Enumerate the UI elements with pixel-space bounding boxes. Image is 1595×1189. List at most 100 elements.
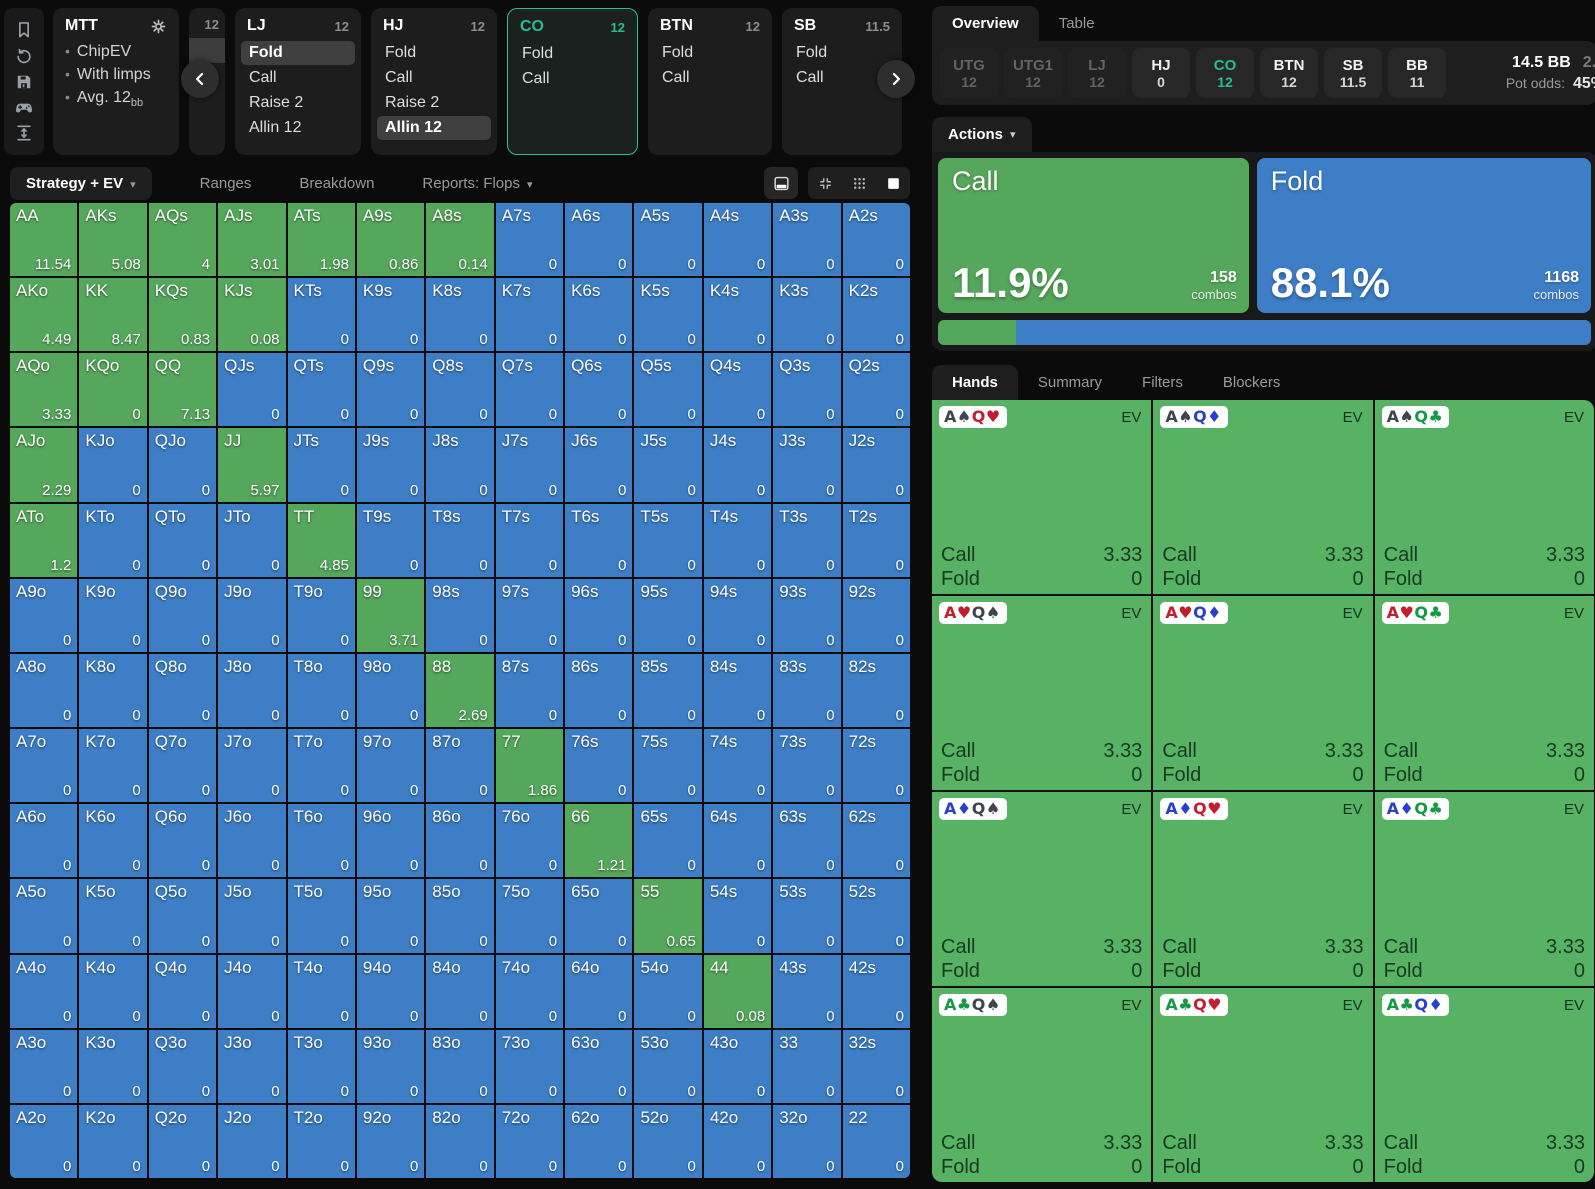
matrix-cell-t7s[interactable]: T7s 0 xyxy=(495,503,564,577)
combo-card-aclub-qheart[interactable]: A♣Q♥ EV Call 3.33 Fold 0 xyxy=(1153,988,1373,1182)
tab-reports-flops[interactable]: Reports: Flops ▾ xyxy=(422,167,532,200)
matrix-cell-t9s[interactable]: T9s 0 xyxy=(356,503,425,577)
matrix-cell-k9o[interactable]: K9o 0 xyxy=(79,578,147,652)
matrix-cell-j3o[interactable]: J3o 0 xyxy=(218,1029,286,1103)
matrix-cell-k9s[interactable]: K9s 0 xyxy=(356,278,425,352)
matrix-cell-98o[interactable]: 98o 0 xyxy=(356,653,425,728)
matrix-cell-jto[interactable]: JTo 0 xyxy=(218,503,286,577)
gamepad-icon[interactable] xyxy=(14,97,34,117)
matrix-cell-55[interactable]: 55 0.65 xyxy=(634,879,702,953)
action-card-fold[interactable]: Fold 88.1% 1168 combos xyxy=(1256,158,1591,313)
action-row-hj-raise-2[interactable]: Raise 2 xyxy=(377,91,491,115)
matrix-cell-t4o[interactable]: T4o 0 xyxy=(287,954,355,1028)
tab-blockers[interactable]: Blockers xyxy=(1203,365,1301,400)
matrix-cell-qts[interactable]: QTs 0 xyxy=(287,353,355,427)
matrix-cell-72s[interactable]: 72s 0 xyxy=(842,729,910,803)
matrix-cell-j9o[interactable]: J9o 0 xyxy=(218,578,286,652)
action-row-co-fold[interactable]: Fold xyxy=(514,42,631,66)
matrix-cell-jj[interactable]: JJ 5.97 xyxy=(218,428,286,502)
matrix-cell-t8o[interactable]: T8o 0 xyxy=(287,653,355,728)
matrix-cell-85o[interactable]: 85o 0 xyxy=(426,879,494,953)
matrix-cell-t9o[interactable]: T9o 0 xyxy=(287,578,355,652)
matrix-cell-99[interactable]: 99 3.71 xyxy=(356,578,425,652)
matrix-cell-k6o[interactable]: K6o 0 xyxy=(79,804,147,878)
tab-overview[interactable]: Overview xyxy=(932,6,1039,41)
matrix-cell-ato[interactable]: ATo 1.2 xyxy=(10,503,78,577)
matrix-cell-j7o[interactable]: J7o 0 xyxy=(218,729,286,803)
matrix-cell-a2o[interactable]: A2o 0 xyxy=(10,1104,78,1178)
bookmark-icon[interactable] xyxy=(14,20,34,40)
matrix-cell-t5s[interactable]: T5s 0 xyxy=(634,503,702,577)
matrix-cell-k5s[interactable]: K5s 0 xyxy=(634,278,702,352)
matrix-cell-q6s[interactable]: Q6s 0 xyxy=(565,353,633,427)
matrix-cell-k6s[interactable]: K6s 0 xyxy=(565,278,633,352)
matrix-cell-43o[interactable]: 43o 0 xyxy=(703,1029,772,1103)
matrix-cell-j3s[interactable]: J3s 0 xyxy=(773,428,841,502)
matrix-cell-72o[interactable]: 72o 0 xyxy=(495,1104,564,1178)
action-row-btn-call[interactable]: Call xyxy=(654,66,766,90)
matrix-cell-j4o[interactable]: J4o 0 xyxy=(218,954,286,1028)
matrix-cell-86o[interactable]: 86o 0 xyxy=(426,804,494,878)
matrix-cell-62s[interactable]: 62s 0 xyxy=(842,804,910,878)
matrix-cell-k8s[interactable]: K8s 0 xyxy=(426,278,494,352)
action-row-lj-allin-12[interactable]: Allin 12 xyxy=(241,116,355,140)
combo-card-aheart-qclub[interactable]: A♥Q♣ EV Call 3.33 Fold 0 xyxy=(1374,596,1594,790)
tab-table[interactable]: Table xyxy=(1039,6,1115,41)
seat-chip-utg1[interactable]: UTG1 12 xyxy=(1004,48,1062,98)
matrix-cell-q2o[interactable]: Q2o 0 xyxy=(148,1104,217,1178)
matrix-cell-aks[interactable]: AKs 5.08 xyxy=(79,203,147,277)
matrix-cell-43s[interactable]: 43s 0 xyxy=(773,954,841,1028)
matrix-cell-j9s[interactable]: J9s 0 xyxy=(356,428,425,502)
action-row-lj-fold[interactable]: Fold xyxy=(241,41,355,65)
combo-card-adiamond-qclub[interactable]: A♦Q♣ EV Call 3.33 Fold 0 xyxy=(1374,792,1594,986)
matrix-cell-t2o[interactable]: T2o 0 xyxy=(287,1104,355,1178)
matrix-cell-q8o[interactable]: Q8o 0 xyxy=(148,653,217,728)
matrix-cell-53o[interactable]: 53o 0 xyxy=(634,1029,702,1103)
matrix-cell-t3o[interactable]: T3o 0 xyxy=(287,1029,355,1103)
scroll-right-button[interactable] xyxy=(877,60,915,98)
matrix-cell-a6o[interactable]: A6o 0 xyxy=(10,804,78,878)
matrix-cell-t3s[interactable]: T3s 0 xyxy=(773,503,841,577)
matrix-cell-a5s[interactable]: A5s 0 xyxy=(634,203,702,277)
matrix-cell-65o[interactable]: 65o 0 xyxy=(565,879,633,953)
matrix-cell-j5s[interactable]: J5s 0 xyxy=(634,428,702,502)
matrix-cell-92o[interactable]: 92o 0 xyxy=(356,1104,425,1178)
seat-chip-co[interactable]: CO 12 xyxy=(1196,48,1254,98)
matrix-cell-q7s[interactable]: Q7s 0 xyxy=(495,353,564,427)
matrix-cell-85s[interactable]: 85s 0 xyxy=(634,653,702,728)
matrix-cell-a9o[interactable]: A9o 0 xyxy=(10,578,78,652)
matrix-cell-j6s[interactable]: J6s 0 xyxy=(565,428,633,502)
actions-dropdown[interactable]: Actions ▾ xyxy=(932,117,1032,152)
action-row-lj-raise-2[interactable]: Raise 2 xyxy=(241,91,355,115)
tab-strategy-ev[interactable]: Strategy + EV ▾ xyxy=(10,166,152,200)
tab-ranges[interactable]: Ranges xyxy=(200,167,252,200)
matrix-cell-q8s[interactable]: Q8s 0 xyxy=(426,353,494,427)
matrix-cell-64s[interactable]: 64s 0 xyxy=(703,804,772,878)
matrix-cell-83s[interactable]: 83s 0 xyxy=(773,653,841,728)
seat-chip-bb[interactable]: BB 11 xyxy=(1388,48,1446,98)
combo-card-aheart-qspade[interactable]: A♥Q♠ EV Call 3.33 Fold 0 xyxy=(932,596,1152,790)
matrix-cell-k2o[interactable]: K2o 0 xyxy=(79,1104,147,1178)
height-adjust-icon[interactable] xyxy=(14,123,34,143)
action-row-hj-call[interactable]: Call xyxy=(377,66,491,90)
matrix-cell-97o[interactable]: 97o 0 xyxy=(356,729,425,803)
matrix-cell-63o[interactable]: 63o 0 xyxy=(565,1029,633,1103)
matrix-cell-a3o[interactable]: A3o 0 xyxy=(10,1029,78,1103)
matrix-cell-j2s[interactable]: J2s 0 xyxy=(842,428,910,502)
seat-chip-sb[interactable]: SB 11.5 xyxy=(1324,48,1382,98)
matrix-cell-k2s[interactable]: K2s 0 xyxy=(842,278,910,352)
matrix-cell-q2s[interactable]: Q2s 0 xyxy=(842,353,910,427)
seat-chip-hj[interactable]: HJ 0 xyxy=(1132,48,1190,98)
matrix-cell-22[interactable]: 22 0 xyxy=(842,1104,910,1178)
tab-summary[interactable]: Summary xyxy=(1018,365,1122,400)
matrix-cell-ajs[interactable]: AJs 3.01 xyxy=(218,203,286,277)
matrix-cell-q5s[interactable]: Q5s 0 xyxy=(634,353,702,427)
matrix-cell-75o[interactable]: 75o 0 xyxy=(495,879,564,953)
matrix-cell-93o[interactable]: 93o 0 xyxy=(356,1029,425,1103)
matrix-cell-74s[interactable]: 74s 0 xyxy=(703,729,772,803)
matrix-cell-a9s[interactable]: A9s 0.86 xyxy=(356,203,425,277)
matrix-cell-qq[interactable]: QQ 7.13 xyxy=(148,353,217,427)
matrix-cell-a7o[interactable]: A7o 0 xyxy=(10,729,78,803)
matrix-cell-88[interactable]: 88 2.69 xyxy=(426,653,494,728)
matrix-cell-q4s[interactable]: Q4s 0 xyxy=(703,353,772,427)
